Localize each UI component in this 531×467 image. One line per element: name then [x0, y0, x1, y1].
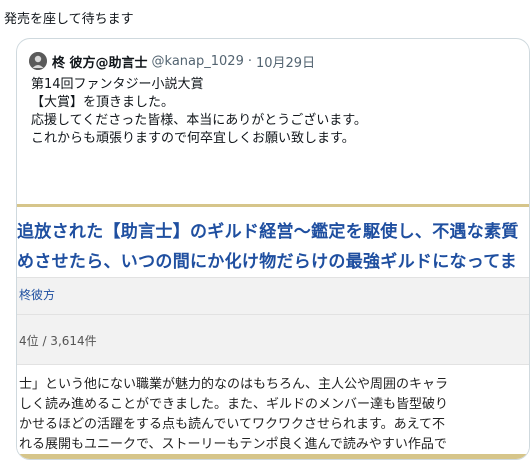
- avatar-icon[interactable]: [29, 52, 47, 70]
- quoted-tweet-header: 柊 彼方@助言士 @kanap_1029 · 10月29日: [29, 51, 315, 71]
- quoted-text-line: 第14回ファンタジー小説大賞: [31, 77, 204, 92]
- quoted-tweet-card[interactable]: 柊 彼方@助言士 @kanap_1029 · 10月29日 第14回ファンタジー…: [16, 38, 530, 460]
- tweet-date[interactable]: 10月29日: [256, 52, 315, 71]
- image-top-band: [17, 194, 529, 207]
- quoted-text-line: 【大賞】を頂きました。: [31, 95, 175, 110]
- tweet-text: 発売を座して待ちます: [4, 12, 134, 27]
- review-line: 士」という他にない職業が魅力的なのはもちろん、主人公や周囲のキャラ: [19, 377, 449, 392]
- novel-title-area: 追放された【助言士】のギルド経営〜鑑定を駆使し、不遇な素質 めさせたら、いつの間…: [17, 207, 529, 277]
- novel-stats-row: 4位 / 3,614件: [17, 314, 529, 363]
- quoted-text-line: これからも頑張りますので何卒宜しくお願い致します。: [31, 131, 355, 146]
- novel-title-line: めさせたら、いつの間にか化け物だらけの最強ギルドになってま: [17, 252, 517, 272]
- review-line: かせるほどの活躍をする点も読んでいてワクワクさせられます。あえて不: [19, 417, 446, 432]
- image-bottom-band: [17, 454, 529, 459]
- quoted-text-line: 応援してくださった皆様、本当にありがとうございます。: [31, 113, 367, 128]
- quoted-tweet-text: 第14回ファンタジー小説大賞 【大賞】を頂きました。 応援してくださった皆様、本…: [31, 76, 367, 148]
- author-name[interactable]: 柊 彼方@助言士: [52, 52, 148, 71]
- attached-image[interactable]: 追放された【助言士】のギルド経営〜鑑定を駆使し、不遇な素質 めさせたら、いつの間…: [17, 194, 529, 459]
- review-text-box: 士」という他にない職業が魅力的なのはもちろん、主人公や周囲のキャラ しく読み進め…: [17, 364, 529, 457]
- novel-rank-stats: 4位 / 3,614件: [19, 334, 97, 348]
- review-line: れる展開もユニークで、ストーリーもテンポ良く進んで読みやすい作品で: [19, 437, 447, 452]
- novel-author: 柊彼方: [19, 288, 56, 302]
- separator-dot: ·: [247, 53, 252, 69]
- review-line: しく読み進めることができました。また、ギルドのメンバー達も皆型破り: [19, 397, 449, 412]
- author-handle[interactable]: @kanap_1029: [152, 54, 244, 69]
- novel-author-row: 柊彼方: [17, 277, 529, 314]
- novel-title-line: 追放された【助言士】のギルド経営〜鑑定を駆使し、不遇な素質: [17, 222, 519, 242]
